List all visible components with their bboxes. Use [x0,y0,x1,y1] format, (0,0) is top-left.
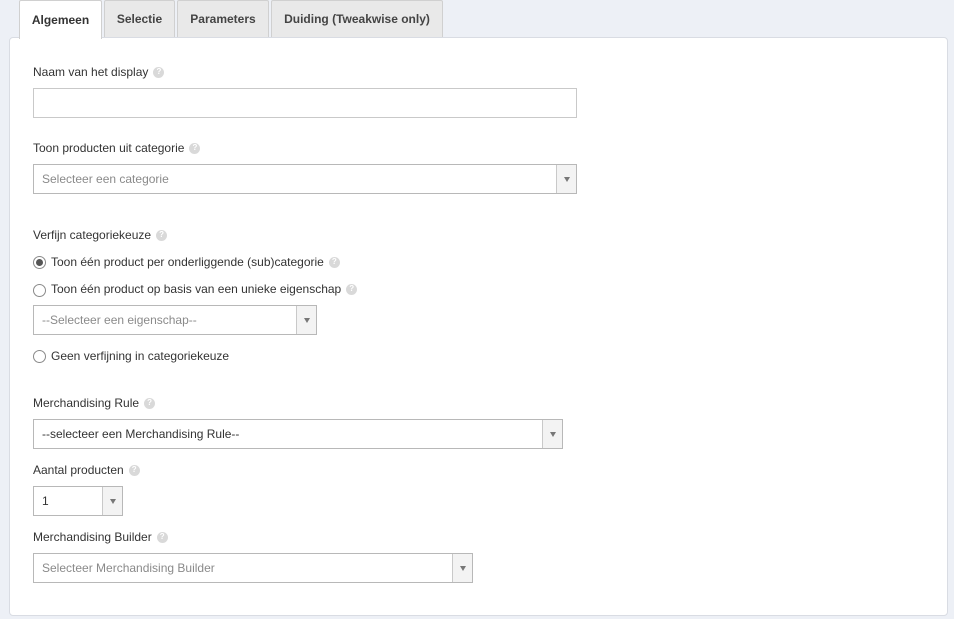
chevron-down-icon[interactable] [542,420,562,448]
display-name-input[interactable] [33,88,577,118]
help-icon[interactable]: ? [144,397,156,409]
radio-no-refinement[interactable] [33,350,46,363]
chevron-down-icon[interactable] [102,487,122,515]
help-icon[interactable]: ? [156,229,168,241]
merch-rule-label: Merchandising Rule ? [33,395,156,411]
product-count-select[interactable]: 1 [33,486,123,516]
radio-per-subcategory-label[interactable]: Toon één product per onderliggende (sub)… [51,254,340,270]
tab-algemeen[interactable]: Algemeen [19,0,102,39]
tab-duiding[interactable]: Duiding (Tweakwise only) [271,0,443,37]
merch-builder-label-text: Merchandising Builder [33,530,152,544]
display-name-label-text: Naam van het display [33,65,149,79]
help-icon[interactable]: ? [156,531,168,543]
radio-unique-property-label[interactable]: Toon één product op basis van een unieke… [51,281,358,297]
display-name-label: Naam van het display ? [33,64,165,80]
product-count-label: Aantal producten ? [33,462,140,478]
category-select-value: Selecteer een categorie [42,172,169,186]
radio-no-refinement-label[interactable]: Geen verfijning in categoriekeuze [51,348,229,364]
tab-label: Algemeen [31,13,90,27]
merch-rule-label-text: Merchandising Rule [33,396,140,410]
chevron-down-icon[interactable] [296,306,316,334]
option-text: Toon één product op basis van een unieke… [51,282,342,296]
help-icon[interactable]: ? [189,142,201,154]
product-count-select-value: 1 [42,494,49,508]
merch-rule-select[interactable]: --selecteer een Merchandising Rule-- [33,419,563,449]
property-select[interactable]: --Selecteer een eigenschap-- [33,305,317,335]
category-select[interactable]: Selecteer een categorie [33,164,577,194]
help-icon[interactable]: ? [346,283,358,295]
category-label-text: Toon producten uit categorie [33,141,185,155]
merch-rule-select-value: --selecteer een Merchandising Rule-- [42,427,240,441]
merch-builder-select-value: Selecteer Merchandising Builder [42,561,215,575]
chevron-down-icon[interactable] [556,165,576,193]
help-icon[interactable]: ? [153,66,165,78]
tab-label: Selectie [116,12,163,26]
option-text: Geen verfijning in categoriekeuze [51,349,230,363]
product-count-label-text: Aantal producten [33,463,124,477]
merch-builder-select[interactable]: Selecteer Merchandising Builder [33,553,473,583]
help-icon[interactable]: ? [128,464,140,476]
tab-label: Duiding (Tweakwise only) [284,12,430,26]
tab-selectie[interactable]: Selectie [104,0,175,37]
refine-label: Verfijn categoriekeuze ? [33,227,168,243]
property-select-value: --Selecteer een eigenschap-- [42,313,197,327]
help-icon[interactable]: ? [328,256,340,268]
tab-label: Parameters [190,12,256,26]
category-label: Toon producten uit categorie ? [33,140,201,156]
refine-label-text: Verfijn categoriekeuze [33,228,152,242]
radio-per-subcategory[interactable] [33,256,46,269]
merch-builder-label: Merchandising Builder ? [33,529,168,545]
chevron-down-icon[interactable] [452,554,472,582]
radio-unique-property[interactable] [33,284,46,297]
tab-parameters[interactable]: Parameters [177,0,269,37]
option-text: Toon één product per onderliggende (sub)… [51,255,324,269]
